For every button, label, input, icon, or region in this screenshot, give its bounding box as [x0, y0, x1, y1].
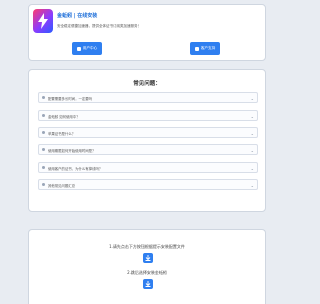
faq-question: 配置需要多长时间，一定要吗 [48, 96, 93, 101]
faq-question: 使用期限如何开始使用时间是？ [48, 148, 96, 153]
faq-title: 常见问题： [133, 81, 161, 87]
app-description: 安全稳定便捷加速器，提供全体证书订阅类加速服务！ [57, 24, 141, 28]
user-center-label: 用户中心 [82, 46, 98, 50]
support-icon [194, 46, 199, 51]
chevron-down-icon: ⌄ [250, 182, 254, 188]
step-1-text: 1.请先点击下方按钮根据提示安装配置文件 [109, 244, 185, 249]
question-icon [42, 183, 45, 186]
app-logo [33, 9, 53, 33]
question-icon [42, 148, 45, 151]
question-icon [42, 131, 45, 134]
chevron-down-icon: ⌄ [250, 130, 254, 136]
support-button[interactable]: 客户支持 [190, 42, 220, 55]
bolt-icon [38, 13, 48, 29]
download-icon [145, 255, 151, 261]
chevron-down-icon: ⌄ [250, 147, 254, 153]
faq-question: 金蚯蚓 如何使用中？ [48, 114, 80, 119]
download-icon [145, 281, 151, 287]
faq-item[interactable]: 苹果证书是什么？ ⌄ [38, 127, 258, 138]
user-icon [76, 46, 81, 51]
download-button-2[interactable] [143, 279, 153, 289]
chevron-down-icon: ⌄ [250, 165, 254, 171]
install-steps-card: 1.请先点击下方按钮根据提示安装配置文件 2.跳后选择安装金蚯蚓 [28, 229, 266, 304]
faq-item[interactable]: 使用期限如何开始使用时间是？ ⌄ [38, 144, 258, 155]
faq-item[interactable]: 配置需要多长时间，一定要吗 ⌄ [38, 92, 258, 103]
question-icon [42, 166, 45, 169]
question-icon [42, 96, 45, 99]
chevron-down-icon: ⌄ [250, 113, 254, 119]
step-2-text: 2.跳后选择安装金蚯蚓 [127, 270, 167, 275]
question-icon [42, 114, 45, 117]
download-button-1[interactable] [143, 253, 153, 263]
faq-item[interactable]: 其他常见问题汇总 ⌄ [38, 179, 258, 190]
action-bar: 用户中心 客户支持 [28, 38, 266, 62]
faq-card: 常见问题： 配置需要多长时间，一定要吗 ⌄ 金蚯蚓 如何使用中？ ⌄ 苹果证书是… [28, 69, 266, 212]
faq-question: 苹果证书是什么？ [48, 131, 76, 136]
chevron-down-icon: ⌄ [250, 95, 254, 101]
support-label: 客户支持 [200, 46, 216, 50]
app-title: 金蚯蚓 | 在线安装 [57, 13, 98, 19]
faq-question: 其他常见问题汇总 [48, 183, 76, 188]
faq-item[interactable]: 使用客户的证书，为什么有掉线吗？ ⌄ [38, 162, 258, 173]
user-center-button[interactable]: 用户中心 [72, 42, 102, 55]
faq-question: 使用客户的证书，为什么有掉线吗？ [48, 166, 103, 171]
faq-item[interactable]: 金蚯蚓 如何使用中？ ⌄ [38, 110, 258, 121]
